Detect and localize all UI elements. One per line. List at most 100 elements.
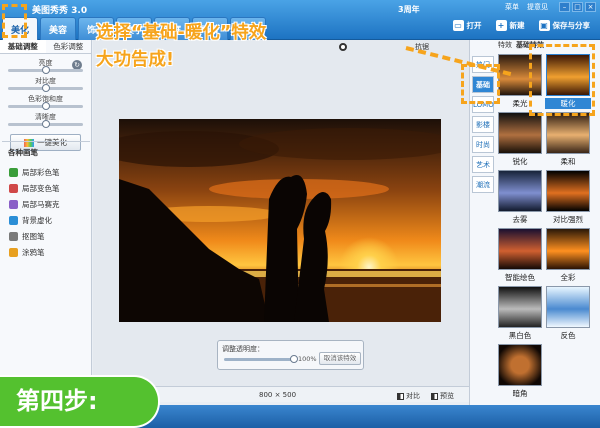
new-button[interactable]: + 新建 [492,18,529,33]
brush-item[interactable]: 抠图笔 [9,228,90,244]
effect-thumbnail[interactable]: 反色 [545,286,591,346]
effect-thumbnail[interactable]: 对比强烈 [545,170,591,230]
slider-row: 色彩饱和度 [8,94,83,110]
image-size: 800 × 500 [259,391,297,399]
preview-label: 预览 [440,392,454,400]
adjust-slider[interactable] [8,66,83,74]
opacity-panel: 调整透明度： 100% 取消该特效 [217,340,364,370]
effect-label: 对比强烈 [553,215,583,224]
brush-item[interactable]: 背景虚化 [9,212,90,228]
category-item[interactable]: 艺术 [472,156,494,173]
save-label: 保存与分享 [552,21,591,30]
open-button[interactable]: ▭ 打开 [449,18,486,33]
app-title: 美图秀秀 3.0 [32,6,88,16]
opacity-slider[interactable] [224,355,298,363]
slider-knob[interactable] [41,84,50,92]
adjust-slider[interactable] [8,84,83,92]
headline-line-2: 大功告成! [96,50,174,70]
file-toolbar: ▭ 打开 + 新建 ▣ 保存与分享 [449,18,595,33]
highlight-beautify-tab [2,4,27,38]
brush-icon [9,231,18,241]
adjust-sliders: 亮度 对比度 色彩饱和度 清晰度 [0,58,91,128]
menu-link[interactable]: 菜单 [505,2,519,12]
effect-preview-image [498,344,542,386]
opacity-slider-knob[interactable] [290,355,298,363]
tab-basic-adjust[interactable]: 基础调整 [0,40,46,53]
adjust-tabs: 基础调整 色彩调整 [0,40,91,54]
brush-icon [9,199,18,209]
effect-label: 反色 [560,331,576,340]
preview-icon [431,392,438,400]
brush-item[interactable]: 局部马赛克 [9,196,90,212]
adjust-slider[interactable] [8,120,83,128]
canvas-area: 抗锯 调整透明度： 100% 取消该特效 [93,40,469,386]
slider-row: 清晰度 [8,112,83,128]
photo-canvas[interactable] [119,119,441,322]
feedback-link[interactable]: 提意见 [527,2,548,12]
brush-item[interactable]: 局部彩色笔 [9,164,90,180]
tab-effects[interactable]: 特效 [498,40,512,52]
effect-preview-image [546,228,590,270]
effect-thumbnail[interactable]: 柔和 [545,112,591,172]
effect-thumbnail[interactable]: 锐化 [497,112,543,172]
brush-label: 涂鸦笔 [22,247,45,257]
close-button[interactable]: × [585,2,596,12]
effect-thumbnail[interactable]: 去雾 [497,170,543,230]
effect-preview-image [498,286,542,328]
anniversary-badge: 3周年 [398,5,420,14]
effect-label: 智能绘色 [505,273,535,282]
effect-thumbnail[interactable]: 黑白色 [497,286,543,346]
top-links: 菜单 提意见 [505,2,548,12]
category-item[interactable]: 时尚 [472,136,494,153]
brush-item[interactable]: 涂鸦笔 [9,244,90,260]
brush-item[interactable]: 局部变色笔 [9,180,90,196]
brushes-title: 各种画笔 [8,148,38,157]
category-item[interactable]: 潮流 [472,176,494,193]
save-icon: ▣ [538,20,550,31]
highlight-warm-effect [529,44,595,116]
brush-icon [9,215,18,225]
compare-label: 对比 [406,392,420,400]
effect-label: 黑白色 [508,331,532,340]
category-item[interactable]: 影楼 [472,116,494,133]
step-label: 第四步: [16,387,98,415]
preview-button[interactable]: 预览 [431,391,454,401]
compare-button[interactable]: 对比 [397,391,420,401]
brush-label: 局部变色笔 [22,183,60,193]
sunset-couple-photo [119,119,441,322]
option-radio[interactable] [339,43,347,51]
brush-label: 抠图笔 [22,231,45,241]
brush-label: 背景虚化 [22,215,52,225]
opacity-value: 100% [298,355,317,363]
slider-knob[interactable] [41,66,50,74]
title-bar: 美图秀秀 3.0 3周年 菜单 提意见 – □ × 美化 美容 饰品 文字 边框… [0,0,600,40]
compare-icon [397,392,404,400]
brush-list: 各种画笔 局部彩色笔局部变色笔局部马赛克背景虚化抠图笔涂鸦笔 [2,141,90,260]
slider-knob[interactable] [41,120,50,128]
tab-color-adjust[interactable]: 色彩调整 [46,40,92,53]
slider-row: 对比度 [8,76,83,92]
open-label: 打开 [466,21,482,30]
save-share-button[interactable]: ▣ 保存与分享 [535,18,595,33]
folder-icon: ▭ [452,20,464,31]
effect-label: 暗角 [512,389,528,398]
effect-preview-image [498,228,542,270]
cancel-effect-button[interactable]: 取消该特效 [319,352,361,365]
effect-label: 锐化 [512,157,528,166]
brush-icon [9,167,18,177]
effect-thumbnail[interactable]: 智能绘色 [497,228,543,288]
effect-label: 柔和 [560,157,576,166]
maximize-button[interactable]: □ [572,2,583,12]
tab-face[interactable]: 美容 [40,17,77,40]
minimize-button[interactable]: – [559,2,570,12]
effect-preview-image [546,286,590,328]
effect-preview-image [498,112,542,154]
slider-knob[interactable] [41,102,50,110]
brush-icon [9,247,18,257]
effect-thumbnail[interactable]: 暗角 [497,344,543,404]
effect-thumbnail[interactable]: 全彩 [545,228,591,288]
brush-label: 局部马赛克 [22,199,60,209]
effect-preview-image [546,112,590,154]
adjust-slider[interactable] [8,102,83,110]
effect-label: 去雾 [512,215,528,224]
